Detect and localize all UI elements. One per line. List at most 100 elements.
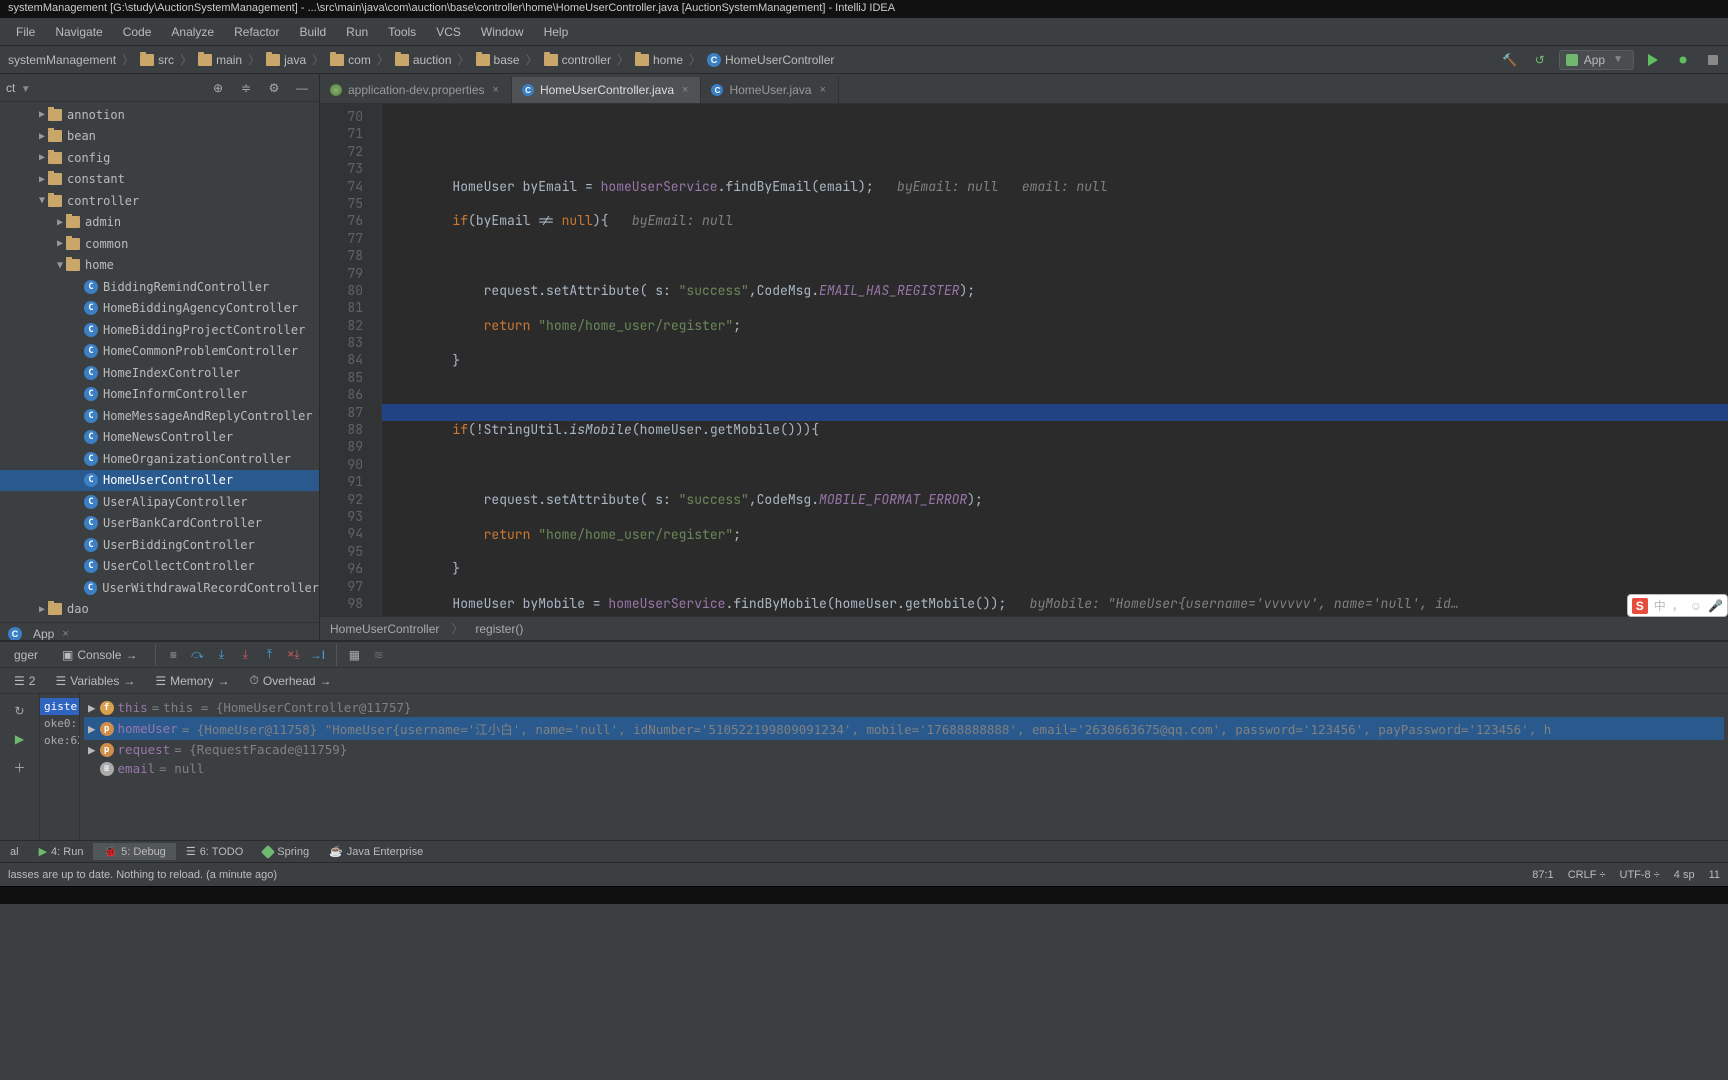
code-canvas[interactable]: HomeUser byEmail = homeUserService.findB… (382, 104, 1728, 616)
tree-item-admin[interactable]: ▶admin (0, 212, 319, 234)
tree-item-config[interactable]: ▶config (0, 147, 319, 169)
ime-punctuation-icon[interactable]: ， (1672, 597, 1684, 614)
menu-window[interactable]: Window (471, 22, 534, 42)
tool-tab-todo[interactable]: ☰ 6: TODO (176, 843, 253, 860)
menu-file[interactable]: File (6, 22, 45, 42)
breadcrumb-home[interactable]: home (631, 53, 687, 67)
debug-button[interactable] (1672, 49, 1694, 71)
tree-item-UserCollectController[interactable]: CUserCollectController (0, 556, 319, 578)
breadcrumb-auction[interactable]: auction (391, 53, 456, 67)
line-separator[interactable]: CRLF ÷ (1568, 869, 1606, 881)
force-step-into-button[interactable]: ⤓ (234, 644, 256, 666)
ime-toolbar[interactable]: S 中 ， ☺ 🎤 (1627, 594, 1728, 617)
breadcrumb-base[interactable]: base (472, 53, 524, 67)
tree-item-HomeInformController[interactable]: CHomeInformController (0, 384, 319, 406)
menu-refactor[interactable]: Refactor (224, 22, 289, 42)
var-email[interactable]: ▶≡email = null (84, 759, 1724, 778)
debugger-tab[interactable]: gger (4, 645, 48, 665)
tree-item-dao[interactable]: ▶dao (0, 599, 319, 621)
tree-item-BiddingRemindController[interactable]: CBiddingRemindController (0, 276, 319, 298)
tree-item-UserBiddingController[interactable]: CUserBiddingController (0, 534, 319, 556)
editor-body[interactable]: 7071727374757677787980818283848586878889… (320, 104, 1728, 616)
stack-frame-2[interactable]: oke:62 (40, 732, 79, 749)
console-tab[interactable]: ▣ Console → (52, 645, 147, 665)
trace-button[interactable]: ≋ (367, 644, 389, 666)
close-icon[interactable]: × (818, 84, 828, 96)
frames-list[interactable]: gister:8 oke0:- oke:62 (40, 694, 80, 840)
tree-item-controller[interactable]: ▼controller (0, 190, 319, 212)
breadcrumb-src[interactable]: src (136, 53, 178, 67)
tree-item-HomeIndexController[interactable]: CHomeIndexController (0, 362, 319, 384)
stack-frame-0[interactable]: gister:8 (40, 698, 79, 715)
tree-item-UserWithdrawalRecordController[interactable]: CUserWithdrawalRecordController (0, 577, 319, 599)
var-this[interactable]: ▶fthis = this = {HomeUserController@1175… (84, 698, 1724, 717)
back-button[interactable]: ↺ (1529, 49, 1551, 71)
tree-item-HomeOrganizationController[interactable]: CHomeOrganizationController (0, 448, 319, 470)
step-over-button[interactable]: ⤼ (186, 644, 208, 666)
tree-item-common[interactable]: ▶common (0, 233, 319, 255)
caret-position[interactable]: 87:1 (1532, 869, 1553, 881)
run-button[interactable] (1642, 49, 1664, 71)
menu-navigate[interactable]: Navigate (45, 22, 112, 42)
rerun-button[interactable]: ↻ (9, 700, 31, 722)
run-config-selector[interactable]: App ▼ (1559, 50, 1634, 70)
run-to-cursor-button[interactable]: →I (306, 644, 328, 666)
tool-tab-run[interactable]: ▶4: Run (29, 843, 94, 860)
tree-item-constant[interactable]: ▶constant (0, 169, 319, 191)
stack-frame-1[interactable]: oke0:- (40, 715, 79, 732)
tool-tab-debug[interactable]: 🐞5: Debug (93, 843, 175, 860)
editor-tab-homeuser[interactable]: CHomeUser.java× (701, 77, 838, 103)
event-log-count[interactable]: 11 (1709, 869, 1720, 881)
editor-tab-app-properties[interactable]: application-dev.properties× (320, 77, 512, 103)
build-button[interactable]: 🔨 (1499, 49, 1521, 71)
tree-item-home[interactable]: ▼home (0, 255, 319, 277)
breadcrumb-root[interactable]: systemManagement (4, 53, 120, 67)
locate-icon[interactable]: ⊕ (207, 77, 229, 99)
menu-build[interactable]: Build (289, 22, 336, 42)
stop-button[interactable] (1702, 49, 1724, 71)
variables-tab[interactable]: ☰ Variables → (47, 671, 143, 691)
tool-tab-jee[interactable]: ☕ Java Enterprise (319, 843, 433, 860)
close-icon[interactable]: × (60, 628, 70, 640)
var-homeUser[interactable]: ▶phomeUser = {HomeUser@11758} "HomeUser{… (84, 717, 1724, 740)
tool-tab-spring[interactable]: Spring (253, 844, 319, 860)
show-execution-point-button[interactable]: ≡ (162, 644, 184, 666)
close-icon[interactable]: × (491, 84, 501, 96)
tree-item-HomeCommonProblemController[interactable]: CHomeCommonProblemController (0, 341, 319, 363)
editor-tab-homeusercontroller[interactable]: CHomeUserController.java× (512, 77, 702, 103)
tool-tab-terminal[interactable]: al (0, 844, 29, 860)
ime-lang[interactable]: 中 (1654, 597, 1666, 614)
tree-item-annotion[interactable]: ▶annotion (0, 104, 319, 126)
bc-class[interactable]: HomeUserController (330, 622, 439, 636)
breadcrumb-controller[interactable]: controller (540, 53, 615, 67)
tree-item-UserBankCardController[interactable]: CUserBankCardController (0, 513, 319, 535)
breadcrumb-main[interactable]: main (194, 53, 246, 67)
overhead-tab[interactable]: ⏱ Overhead → (241, 670, 339, 691)
evaluate-button[interactable]: ▦ (343, 644, 365, 666)
tree-item-UserAlipayController[interactable]: CUserAlipayController (0, 491, 319, 513)
step-out-button[interactable]: ⤒ (258, 644, 280, 666)
gear-icon[interactable]: ⚙ (263, 77, 285, 99)
drop-frame-button[interactable]: ×⤓ (282, 644, 304, 666)
step-into-button[interactable]: ⤓ (210, 644, 232, 666)
tree-item-HomeMessageAndReplyController[interactable]: CHomeMessageAndReplyController (0, 405, 319, 427)
tree-item-HomeUserController[interactable]: CHomeUserController (0, 470, 319, 492)
project-dropdown[interactable]: ct ▼ (6, 81, 31, 95)
tree-item-HomeBiddingAgencyController[interactable]: CHomeBiddingAgencyController (0, 298, 319, 320)
gutter[interactable]: 7071727374757677787980818283848586878889… (320, 104, 382, 616)
collapse-icon[interactable]: ≑ (235, 77, 257, 99)
breadcrumb-class[interactable]: CHomeUserController (703, 53, 838, 67)
close-icon[interactable]: × (680, 84, 690, 96)
var-request[interactable]: ▶prequest = {RequestFacade@11759} (84, 740, 1724, 759)
menu-run[interactable]: Run (336, 22, 378, 42)
indent-config[interactable]: 4 sp (1674, 869, 1695, 881)
new-watch-button[interactable]: ＋ (9, 756, 31, 778)
breadcrumb-com[interactable]: com (326, 53, 375, 67)
variables-panel[interactable]: ▶fthis = this = {HomeUserController@1175… (80, 694, 1728, 840)
hide-icon[interactable]: — (291, 77, 313, 99)
resume-button[interactable]: ▶ (9, 728, 31, 750)
menu-code[interactable]: Code (113, 22, 162, 42)
ime-emoji-icon[interactable]: ☺ (1690, 599, 1702, 613)
memory-tab[interactable]: ☰ Memory → (147, 671, 237, 691)
menu-help[interactable]: Help (534, 22, 579, 42)
